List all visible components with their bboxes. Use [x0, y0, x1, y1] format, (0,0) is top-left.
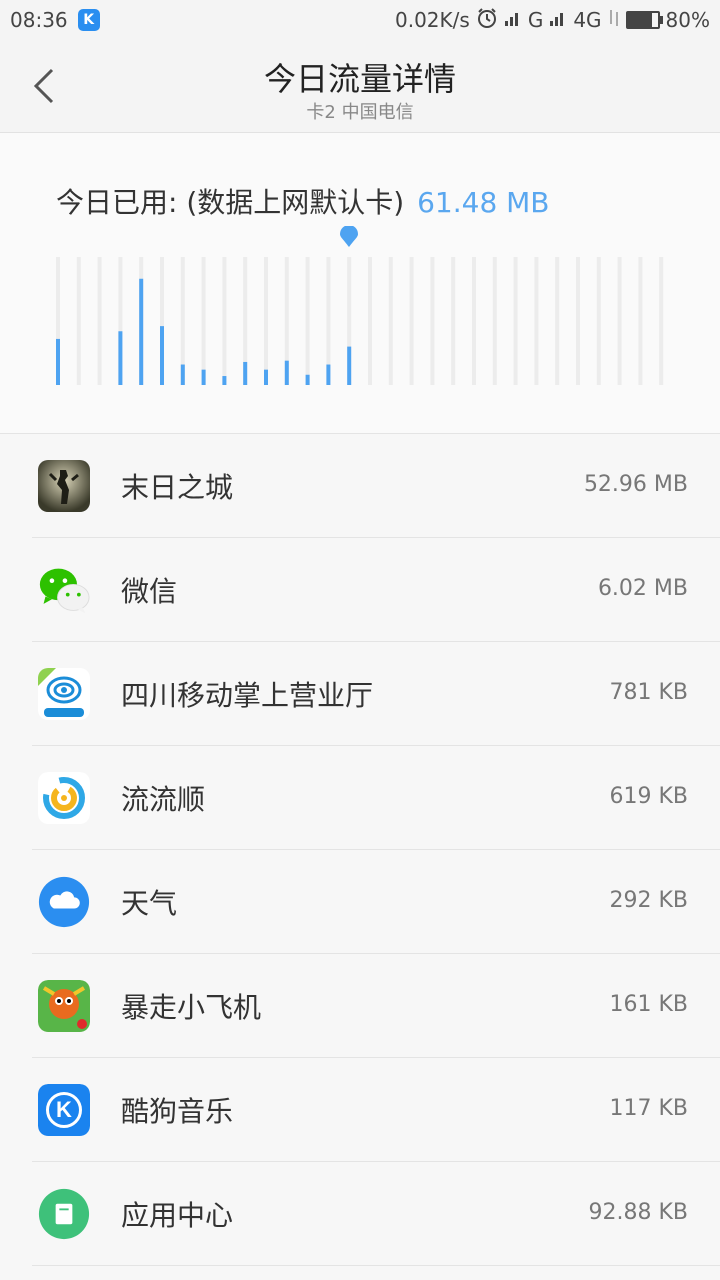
kugou-notification-icon: K: [77, 9, 100, 31]
app-row[interactable]: 流流顺 619 KB: [0, 746, 720, 850]
network-type-2: 4G: [573, 8, 602, 32]
app-data-usage: 619 KB: [609, 784, 688, 809]
usage-value: 61.48 MB: [417, 186, 550, 219]
app-name: 酷狗音乐: [121, 1095, 234, 1128]
app-name: 末日之城: [121, 471, 234, 504]
app-data-usage: 52.96 MB: [583, 472, 688, 497]
app-row[interactable]: 末日之城 52.96 MB: [0, 434, 720, 538]
app-row[interactable]: 应用中心 92.88 KB: [0, 1162, 720, 1266]
status-bar: 08:36 K 0.02K/s G 4G 80%: [0, 0, 720, 40]
page-title: 今日流量详情: [263, 60, 456, 98]
plane-game-icon: [38, 980, 90, 1032]
app-data-usage: 161 KB: [609, 992, 688, 1017]
app-name: 流流顺: [121, 783, 206, 816]
data-arrows-icon: [608, 8, 620, 33]
battery-level: 80%: [665, 8, 710, 32]
app-row[interactable]: 暴走小飞机 161 KB: [0, 954, 720, 1058]
usage-summary: 今日已用: (数据上网默认卡) 61.48 MB: [56, 181, 550, 221]
app-center-icon: [38, 1188, 90, 1240]
weather-cloud-icon: [38, 876, 90, 928]
header: 今日流量详情 卡2 中国电信: [0, 40, 720, 133]
liuliushun-icon: [38, 772, 90, 824]
app-name: 四川移动掌上营业厅: [121, 679, 374, 712]
app-usage-list: 末日之城 52.96 MB 微信 6.02 MB 四川移动掌上营业厅 781 KB 流流顺 6…: [0, 434, 720, 1266]
zombie-game-icon: [38, 460, 90, 512]
app-row[interactable]: 微信 6.02 MB: [0, 538, 720, 642]
page-subtitle: 卡2 中国电信: [306, 102, 414, 123]
signal-icon: [504, 8, 522, 32]
app-name: 暴走小飞机: [121, 991, 262, 1024]
app-data-usage: 781 KB: [609, 680, 688, 705]
usage-section: 今日已用: (数据上网默认卡) 61.48 MB: [0, 133, 720, 434]
app-row[interactable]: K 酷狗音乐 117 KB: [0, 1058, 720, 1162]
app-data-usage: 292 KB: [609, 888, 688, 913]
wechat-icon: [38, 564, 90, 616]
network-speed: 0.02K/s: [395, 8, 470, 32]
app-name: 微信: [121, 575, 178, 608]
app-name: 应用中心: [121, 1199, 234, 1232]
network-type-1: G: [527, 8, 544, 32]
hourly-usage-chart[interactable]: [0, 253, 720, 393]
alarm-icon: [476, 7, 498, 34]
app-data-usage: 92.88 KB: [588, 1200, 689, 1225]
app-row[interactable]: 天气 292 KB: [0, 850, 720, 954]
status-time: 08:36: [10, 8, 68, 32]
app-row[interactable]: 四川移动掌上营业厅 781 KB: [0, 642, 720, 746]
app-data-usage: 117 KB: [609, 1096, 688, 1121]
app-data-usage: 6.02 MB: [597, 576, 688, 601]
app-name: 天气: [121, 887, 178, 920]
battery-icon: [625, 11, 663, 29]
usage-label: 今日已用: (数据上网默认卡): [56, 186, 405, 219]
signal-icon-2: [549, 8, 567, 32]
sichuan-mobile-icon: [38, 668, 90, 720]
current-hour-marker[interactable]: [339, 225, 359, 248]
kugou-icon: K: [38, 1084, 90, 1136]
